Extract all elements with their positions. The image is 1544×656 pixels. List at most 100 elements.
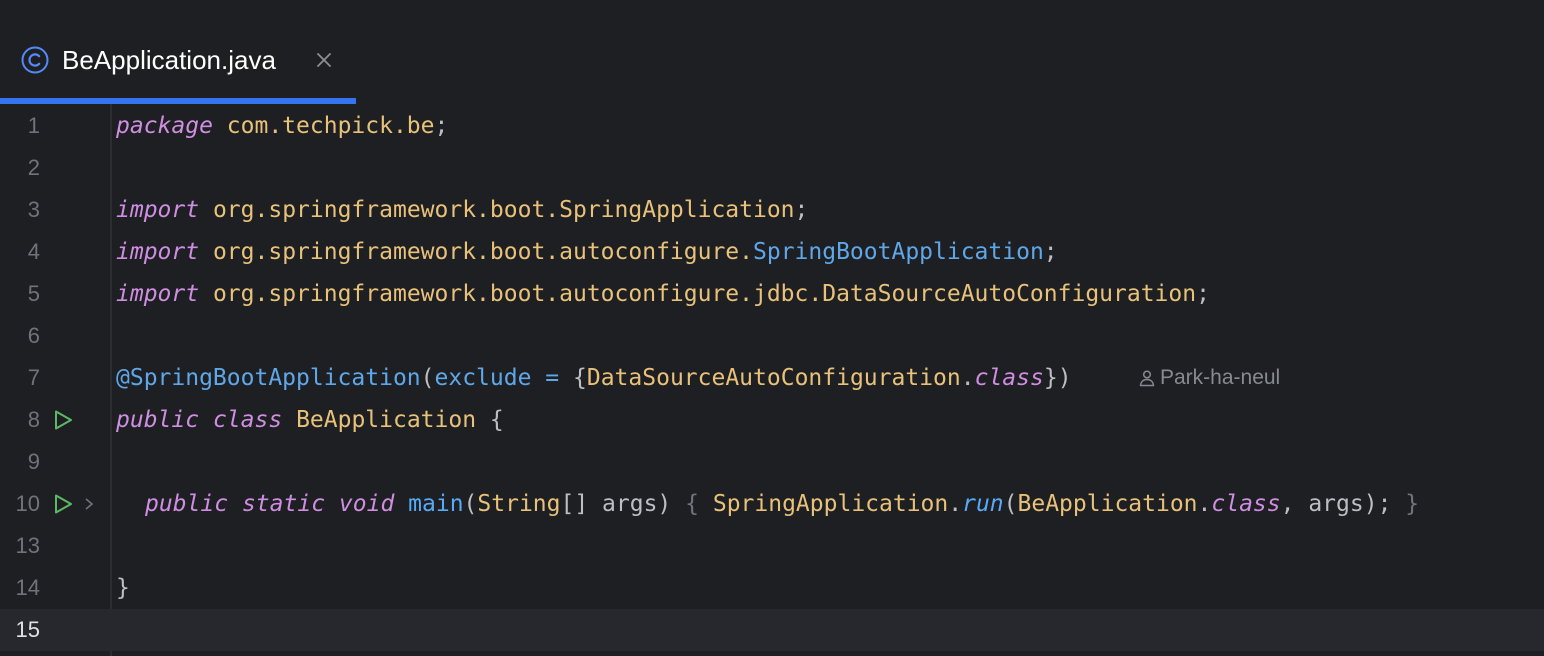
code-token: org.springframework.boot.autoconfigure. [212, 239, 753, 265]
code-token: package [116, 113, 213, 139]
code-text: public static void main(String[] args) {… [145, 483, 1419, 525]
code-token: SpringBootApplication [753, 239, 1044, 265]
code-line[interactable]: 5 import org.springframework.boot.autocon… [0, 273, 1544, 315]
tab-title: BeApplication.java [62, 45, 276, 75]
code-editor[interactable]: 1 package com.techpick.be; 2 3 import org.sp… [0, 104, 1544, 656]
editor-tab-bar: BeApplication.java [0, 0, 1544, 104]
code-token: exclude [434, 365, 532, 391]
code-token: , args); [1280, 491, 1406, 517]
tab-beapplication-java[interactable]: BeApplication.java [0, 0, 356, 104]
code-token: = [545, 365, 560, 391]
code-token: DataSourceAutoConfiguration [586, 365, 961, 391]
code-line[interactable]: 13 [0, 525, 1544, 567]
line-number: 8 [27, 407, 40, 432]
line-number: 10 [15, 491, 40, 516]
code-line[interactable]: 14} [0, 567, 1544, 609]
code-token: org.springframework.boot.SpringApplicati… [212, 197, 795, 223]
close-icon[interactable] [314, 50, 334, 70]
chevron-right-icon[interactable] [82, 495, 96, 513]
code-token: SpringApplication [712, 491, 949, 517]
code-token: ; [434, 113, 449, 139]
code-line[interactable]: 2 [0, 147, 1544, 189]
code-token: ; [1043, 239, 1058, 265]
code-token: { [559, 365, 587, 391]
line-number: 15 [15, 617, 40, 642]
line-number: 5 [27, 281, 40, 306]
code-line[interactable]: 8 public class BeApplication { [0, 399, 1544, 441]
code-line[interactable]: 6 [0, 315, 1544, 357]
code-token: ( [463, 491, 478, 517]
code-token: } [1405, 491, 1420, 517]
code-token: ; [1196, 281, 1210, 307]
code-line[interactable]: 9 [0, 441, 1544, 483]
code-token: ( [420, 365, 435, 391]
line-number: 14 [15, 575, 40, 600]
code-line[interactable]: 10 public static void main(String[] args)… [0, 483, 1544, 525]
code-token: class [212, 407, 283, 433]
code-token: } [116, 575, 130, 601]
code-token: main [408, 491, 464, 517]
code-token: }) [1043, 365, 1072, 391]
code-text: public class BeApplication { [116, 399, 504, 441]
code-text: } [116, 567, 130, 609]
code-token: ( [1003, 491, 1018, 517]
line-number: 3 [27, 197, 40, 222]
code-text: @SpringBootApplication(exclude = {DataSo… [116, 357, 1072, 399]
line-number: 7 [27, 365, 40, 390]
code-token: BeApplication [1017, 491, 1198, 517]
code-token: static [241, 491, 326, 517]
code-token: public [116, 407, 200, 433]
code-line[interactable]: 1 package com.techpick.be; [0, 105, 1544, 147]
code-token: . [960, 365, 975, 391]
author-hint[interactable]: Park-ha-neul [1138, 357, 1280, 399]
code-token: . [1197, 491, 1212, 517]
author-name: Park-ha-neul [1160, 366, 1281, 389]
code-token: run [962, 491, 1004, 517]
code-token: com.techpick.be [226, 113, 435, 139]
code-token: ; [794, 197, 809, 223]
line-number: 13 [15, 533, 40, 558]
code-token: BeApplication [296, 407, 477, 433]
code-token: [] args) [560, 491, 686, 517]
line-number: 2 [27, 155, 40, 180]
code-line[interactable]: 7 @SpringBootApplication(exclude = {DataS… [0, 357, 1544, 399]
code-token: @SpringBootApplication [116, 365, 421, 391]
run-icon[interactable] [52, 409, 74, 431]
code-text: import org.springframework.boot.SpringAp… [116, 189, 808, 231]
code-token: import [116, 197, 200, 223]
java-class-icon [21, 46, 49, 74]
code-line[interactable]: 3 import org.springframework.boot.SpringA… [0, 189, 1544, 231]
user-icon [1139, 370, 1155, 387]
code-token: org.springframework.boot.autoconfigure.j… [212, 281, 1197, 307]
code-token: import [116, 281, 200, 307]
code-token: { [685, 491, 699, 517]
code-text: import org.springframework.boot.autoconf… [116, 231, 1058, 273]
code-token: class [974, 365, 1044, 391]
code-text: package com.techpick.be; [116, 105, 448, 147]
code-token: String [477, 491, 561, 517]
run-icon[interactable] [52, 493, 74, 515]
code-token: . [948, 491, 963, 517]
line-number: 4 [27, 239, 40, 264]
code-token: { [476, 407, 504, 433]
code-text: import org.springframework.boot.autoconf… [116, 273, 1210, 315]
code-token: class [1211, 491, 1281, 517]
line-number: 6 [27, 323, 40, 348]
line-number: 1 [27, 113, 40, 138]
code-line[interactable]: 4 import org.springframework.boot.autocon… [0, 231, 1544, 273]
code-token: public [145, 491, 229, 517]
code-line[interactable]: 15 [0, 609, 1544, 651]
code-token: import [116, 239, 200, 265]
code-token: void [338, 491, 395, 517]
